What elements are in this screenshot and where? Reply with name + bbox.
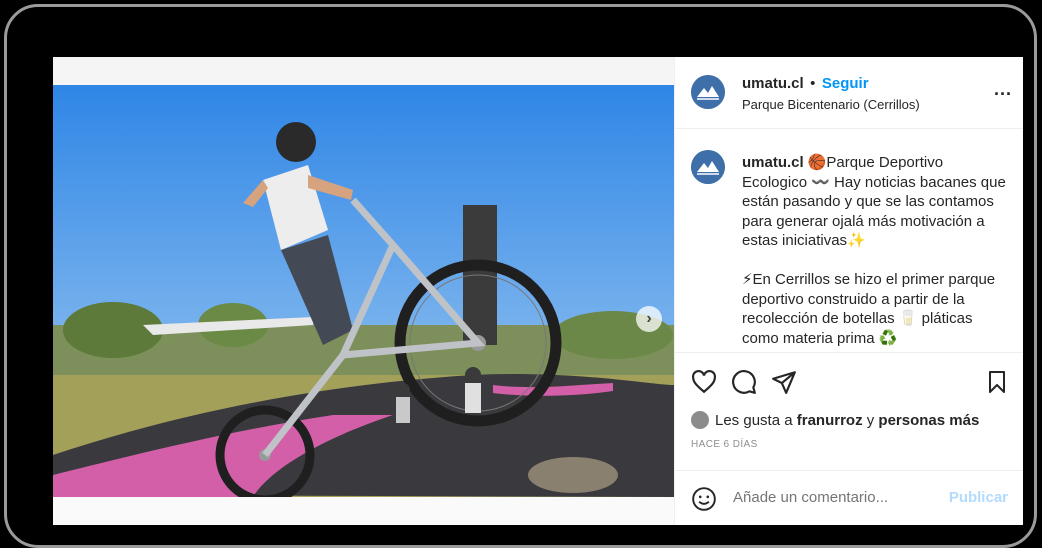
top-strip	[53, 57, 674, 85]
post-actions: Les gusta a franurroz y personas más HAC…	[675, 352, 1023, 525]
username-link[interactable]: umatu.cl	[742, 75, 804, 92]
carousel-next-button[interactable]: ›	[636, 306, 662, 332]
likes-prefix: Les gusta a	[715, 411, 793, 429]
caption-text: umatu.cl 🏀Parque Deportivo Ecologico 〰️ H…	[742, 153, 1007, 348]
bike-photo-illustration	[53, 85, 674, 497]
avatar[interactable]	[691, 75, 725, 109]
device-frame: › umatu.cl • Seguir Parque Bicentenario …	[4, 4, 1037, 548]
location-link[interactable]: Parque Bicentenario (Cerrillos)	[742, 97, 920, 112]
share-icon[interactable]	[771, 369, 797, 400]
comment-row: Publicar	[675, 470, 1023, 526]
umatu-logo	[691, 150, 725, 184]
likes-summary: Les gusta a franurroz y personas más	[691, 411, 979, 429]
likes-conjunction: y	[866, 411, 875, 429]
bookmark-icon[interactable]	[985, 369, 1009, 400]
umatu-logo	[691, 75, 725, 109]
post-header: umatu.cl • Seguir Parque Bicentenario (C…	[675, 57, 1023, 129]
likes-others-link[interactable]: personas más	[878, 412, 979, 429]
comment-icon[interactable]	[731, 369, 757, 400]
caption-paragraph: ⚡En Cerrillos se hizo el primer parque d…	[742, 270, 996, 347]
instagram-post: › umatu.cl • Seguir Parque Bicentenario …	[53, 57, 1023, 525]
publish-button[interactable]: Publicar	[949, 489, 1008, 506]
liker-link[interactable]: franurroz	[797, 412, 863, 429]
post-photo[interactable]: ›	[53, 85, 674, 497]
chevron-right-icon: ›	[646, 310, 652, 327]
post-caption: umatu.cl 🏀Parque Deportivo Ecologico 〰️ H…	[675, 130, 1023, 352]
post-sidebar: umatu.cl • Seguir Parque Bicentenario (C…	[674, 57, 1023, 525]
post-timestamp[interactable]: HACE 6 DÍAS	[691, 439, 758, 450]
header-title: umatu.cl • Seguir	[742, 75, 869, 93]
avatar[interactable]	[691, 150, 725, 184]
emoji-icon[interactable]	[691, 486, 717, 517]
heart-icon[interactable]	[691, 369, 717, 400]
action-icons	[691, 369, 1009, 397]
screen: › umatu.cl • Seguir Parque Bicentenario …	[53, 33, 1023, 533]
caption-username[interactable]: umatu.cl	[742, 154, 804, 171]
avatar[interactable]	[691, 411, 709, 429]
more-options-button[interactable]: ...	[994, 79, 1012, 100]
comment-input[interactable]	[733, 489, 943, 506]
separator: •	[810, 75, 816, 92]
follow-button[interactable]: Seguir	[822, 75, 869, 92]
